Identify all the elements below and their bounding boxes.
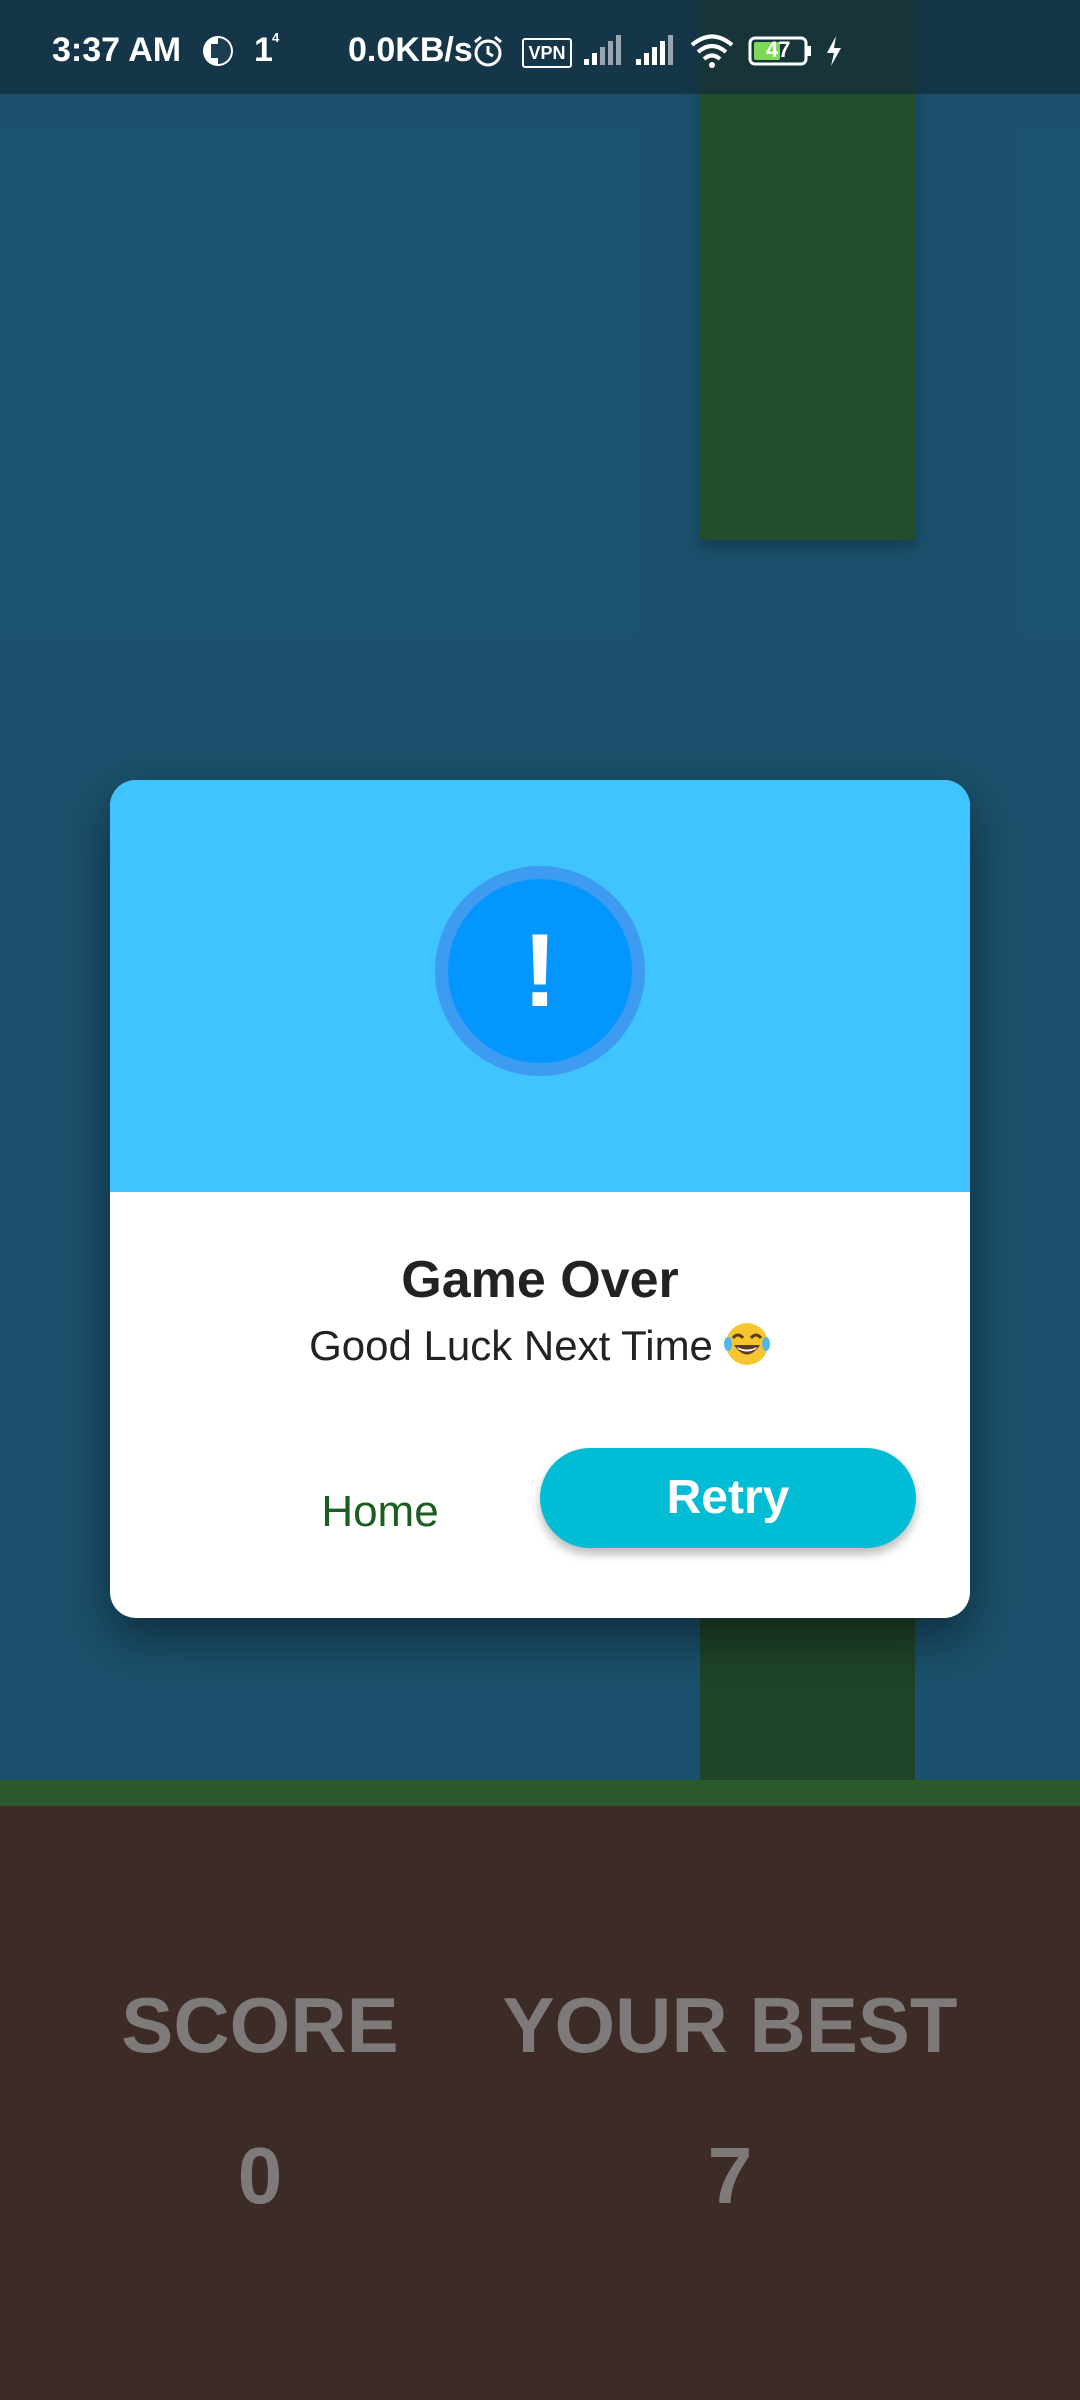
dialog-message-text: Good Luck Next Time [309,1322,713,1369]
wifi-icon [690,34,734,68]
retry-button[interactable]: Retry [540,1448,916,1548]
alarm-icon [470,34,506,68]
home-button[interactable]: Home [270,1462,490,1562]
score-value: 0 [237,2131,283,2220]
status-time: 3:37 AM [52,31,182,69]
battery-level: 47 [766,37,791,62]
best-score-label: YOUR BEST [502,1981,958,2069]
dialog-title: Game Over [401,1251,679,1309]
ground [0,1806,1080,2400]
status-bar: 3:37 AM 1 4 0.0KB/s VPN 47 [0,0,1080,94]
alert-symbol: ! [448,879,632,1063]
vpn-icon: VPN [522,38,572,68]
signal-icon [582,34,622,68]
network-speed: 0.0KB/s [348,31,473,69]
app-notification-icon [200,34,236,68]
best-score-value: 7 [707,2131,753,2220]
grass-strip [0,1780,1080,1806]
score-label: SCORE [121,1981,399,2069]
notification-count: 1 [254,31,273,69]
laughing-tears-emoji-icon [723,1320,771,1368]
notification-badge-icon: 4 [272,30,282,44]
signal-icon [634,34,674,68]
game-over-dialog: ! Game Over Good Luck Next Time Home Ret… [110,780,970,1618]
dialog-message: Good Luck Next Time [110,1320,970,1370]
charging-icon [824,34,844,68]
alert-icon: ! [435,866,645,1076]
svg-text:4: 4 [272,30,280,44]
dialog-header: ! [110,780,970,1192]
